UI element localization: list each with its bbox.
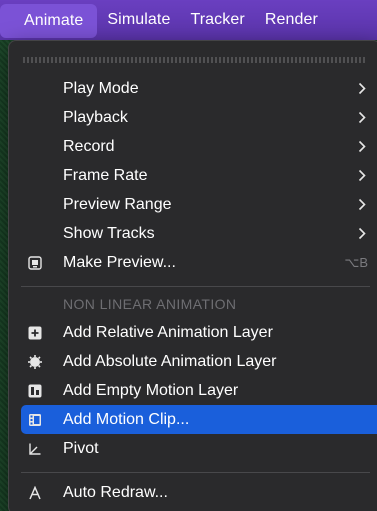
chevron-right-icon: [356, 139, 368, 155]
chevron-right-icon: [356, 81, 368, 97]
preview-icon: [27, 255, 43, 271]
menu-item-add-relative-animation-layer[interactable]: Add Relative Animation Layer: [21, 318, 377, 347]
menu-separator: [21, 472, 370, 473]
menu-item-make-preview[interactable]: Make Preview... ⌥B: [21, 248, 377, 277]
menu-item-label: Add Absolute Animation Layer: [63, 352, 277, 370]
tearoff-handle[interactable]: [23, 57, 366, 63]
shortcut-label: ⌥B: [344, 254, 368, 270]
chevron-right-icon: [356, 197, 368, 213]
menu-item-pivot[interactable]: Pivot: [21, 434, 377, 463]
chevron-right-icon: [356, 226, 368, 242]
empty-motion-layer-icon: [27, 383, 43, 399]
menu-item-label: Preview Range: [63, 195, 172, 213]
menubar-item-tracker[interactable]: Tracker: [180, 0, 254, 40]
menu-item-label: Show Tracks: [63, 224, 155, 242]
menu-item-label: Auto Redraw...: [63, 483, 168, 501]
animate-dropdown-menu: Play Mode Playback Record Frame Rate Pre…: [8, 40, 377, 511]
menu-item-add-empty-motion-layer[interactable]: Add Empty Motion Layer: [21, 376, 377, 405]
menu-item-label: Record: [63, 137, 115, 155]
menu-item-add-motion-clip[interactable]: Add Motion Clip...: [21, 405, 377, 434]
menu-item-record[interactable]: Record: [21, 132, 377, 161]
chevron-right-icon: [356, 110, 368, 126]
section-header: NON LINEAR ANIMATION: [63, 296, 237, 312]
relative-layer-icon: [27, 325, 43, 341]
menubar-item-render[interactable]: Render: [255, 0, 328, 40]
menu-separator: [21, 286, 370, 287]
menu-item-play-mode[interactable]: Play Mode: [21, 74, 377, 103]
menu-item-preview-range[interactable]: Preview Range: [21, 190, 377, 219]
menu-item-label: Add Motion Clip...: [63, 410, 190, 428]
menubar-item-animate[interactable]: Animate: [0, 3, 98, 38]
menu-item-add-absolute-animation-layer[interactable]: Add Absolute Animation Layer: [21, 347, 377, 376]
menu-bar: Animate Simulate Tracker Render: [0, 0, 377, 40]
menu-item-label: Playback: [63, 108, 128, 126]
menu-item-label: Add Relative Animation Layer: [63, 323, 273, 341]
motion-clip-icon: [27, 412, 43, 428]
pivot-icon: [27, 441, 43, 457]
menu-item-label: Make Preview...: [63, 253, 176, 271]
menu-item-label: Add Empty Motion Layer: [63, 381, 239, 399]
menu-item-frame-rate[interactable]: Frame Rate: [21, 161, 377, 190]
chevron-right-icon: [356, 168, 368, 184]
menu-item-label: Play Mode: [63, 79, 139, 97]
menu-item-label: Pivot: [63, 439, 99, 457]
menu-item-auto-redraw[interactable]: Auto Redraw...: [21, 478, 377, 507]
menu-item-playback[interactable]: Playback: [21, 103, 377, 132]
menu-item-label: Frame Rate: [63, 166, 148, 184]
menu-item-show-tracks[interactable]: Show Tracks: [21, 219, 377, 248]
absolute-layer-icon: [27, 354, 43, 370]
menubar-item-simulate[interactable]: Simulate: [97, 0, 180, 40]
auto-redraw-icon: [27, 485, 43, 501]
